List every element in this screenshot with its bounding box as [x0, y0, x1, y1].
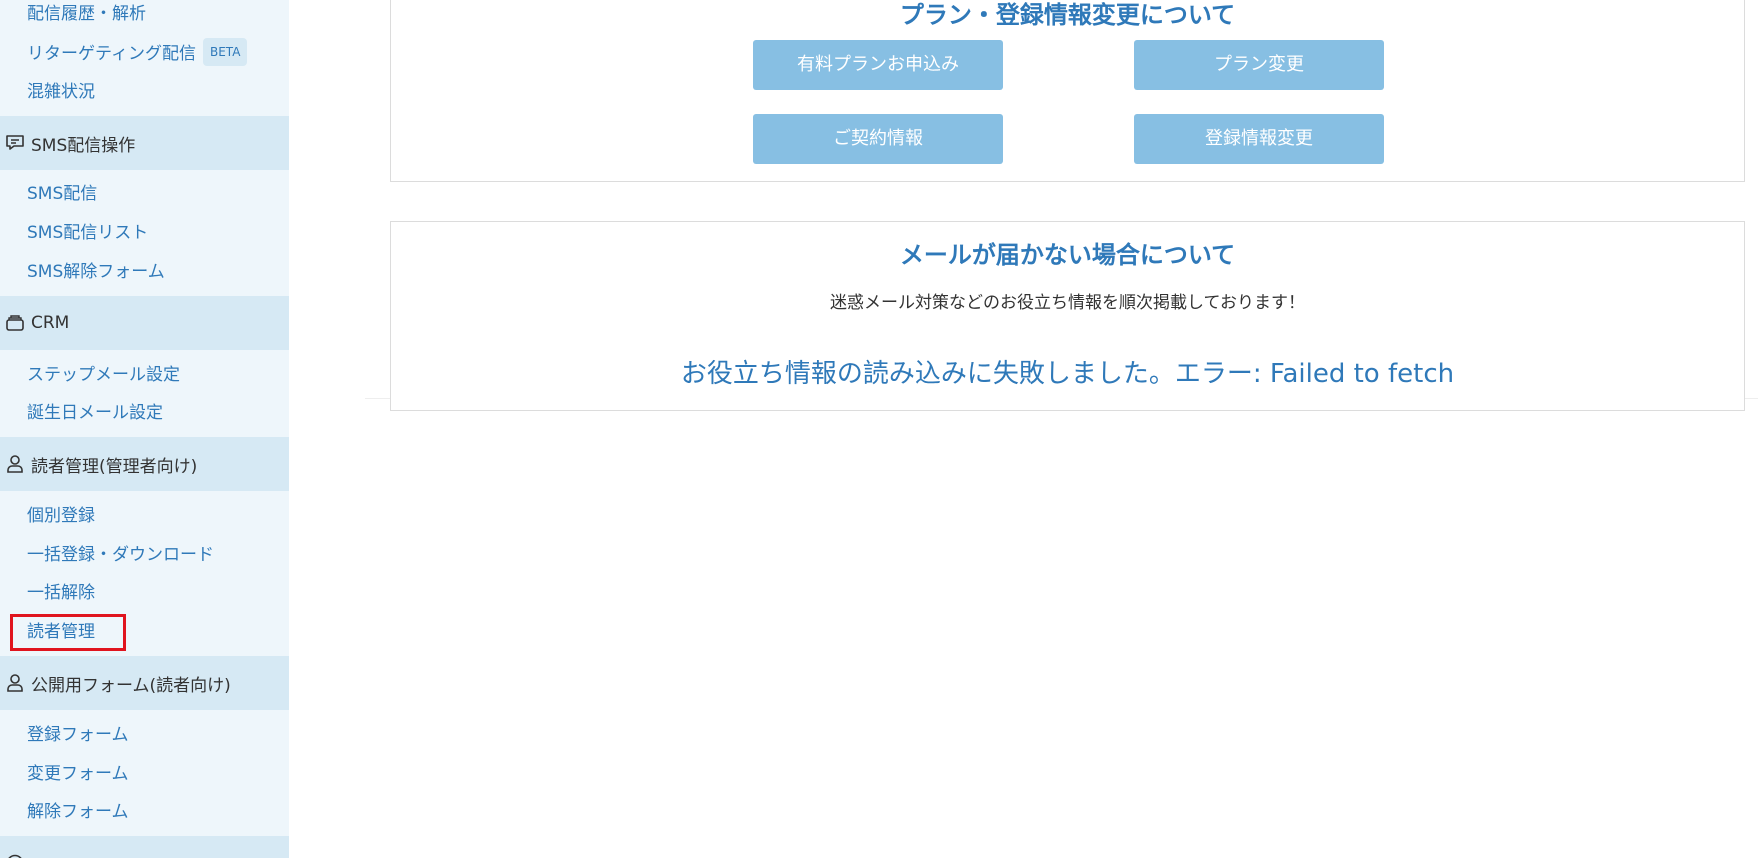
registration-change-button[interactable]: 登録情報変更	[1134, 114, 1384, 164]
plan-panel: プラン・登録情報変更について 有料プランお申込み プラン変更 ご契約情報 登録情…	[390, 0, 1745, 182]
sidebar-item-retargeting[interactable]: リターゲティング配信 BETA	[27, 38, 248, 68]
sidebar: 配信履歴・解析 リターゲティング配信 BETA 混雑状況 SMS配信操作 SMS配…	[0, 0, 289, 858]
selection-highlight-box	[10, 614, 126, 651]
sidebar-section-reader-admin[interactable]: 読者管理(管理者向け)	[0, 437, 289, 491]
mail-panel: メールが届かない場合について 迷惑メール対策などのお役立ち情報を順次掲載しており…	[390, 221, 1745, 411]
support-icon	[5, 853, 25, 858]
beta-badge: BETA	[202, 38, 248, 66]
sidebar-item-sms-unsubscribe-form[interactable]: SMS解除フォーム	[27, 260, 165, 284]
sidebar-section-sms[interactable]: SMS配信操作	[0, 116, 289, 170]
sidebar-item-step-mail[interactable]: ステップメール設定	[27, 363, 180, 387]
sidebar-item-registration-form[interactable]: 登録フォーム	[27, 723, 129, 747]
sidebar-item-delivery-history[interactable]: 配信履歴・解析	[27, 2, 146, 26]
sidebar-item-sms-list[interactable]: SMS配信リスト	[27, 221, 148, 245]
mail-panel-title: メールが届かない場合について	[899, 241, 1236, 269]
sidebar-section-title: SMS配信操作	[31, 135, 136, 156]
sidebar-item-individual-registration[interactable]: 個別登録	[27, 504, 95, 528]
user-icon	[5, 454, 25, 474]
sidebar-section-crm[interactable]: CRM	[0, 296, 289, 350]
sidebar-section-title: 公開用フォーム(読者向け)	[31, 675, 231, 696]
sidebar-item-change-form[interactable]: 変更フォーム	[27, 762, 129, 786]
sidebar-item-bulk-registration[interactable]: 一括登録・ダウンロード	[27, 543, 214, 567]
fetch-error-message: お役立ち情報の読み込みに失敗しました。エラー: Failed to fetch	[680, 359, 1455, 389]
mail-panel-subtitle: 迷惑メール対策などのお役立ち情報を順次掲載しております！	[830, 293, 1305, 313]
sidebar-item-bulk-unsubscribe[interactable]: 一括解除	[27, 581, 95, 605]
briefcase-icon	[5, 313, 25, 333]
main-content: プラン・登録情報変更について 有料プランお申込み プラン変更 ご契約情報 登録情…	[365, 0, 1758, 411]
paid-plan-button[interactable]: 有料プランお申込み	[753, 40, 1003, 90]
sidebar-section-public-form[interactable]: 公開用フォーム(読者向け)	[0, 656, 289, 710]
sidebar-item-sms-send[interactable]: SMS配信	[27, 182, 97, 206]
sidebar-item-birthday-mail[interactable]: 誕生日メール設定	[27, 401, 163, 425]
plan-change-button[interactable]: プラン変更	[1134, 40, 1384, 90]
sidebar-item-congestion[interactable]: 混雑状況	[27, 80, 95, 104]
sidebar-section-title: 読者管理(管理者向け)	[31, 456, 198, 477]
plan-panel-title: プラン・登録情報変更について	[899, 1, 1236, 29]
user-icon	[5, 673, 25, 693]
contract-info-button[interactable]: ご契約情報	[753, 114, 1003, 164]
sidebar-section-title: CRM	[31, 313, 70, 333]
sidebar-item-unsubscribe-form[interactable]: 解除フォーム	[27, 800, 129, 824]
sidebar-section-next[interactable]	[0, 836, 289, 858]
message-icon	[5, 133, 25, 153]
